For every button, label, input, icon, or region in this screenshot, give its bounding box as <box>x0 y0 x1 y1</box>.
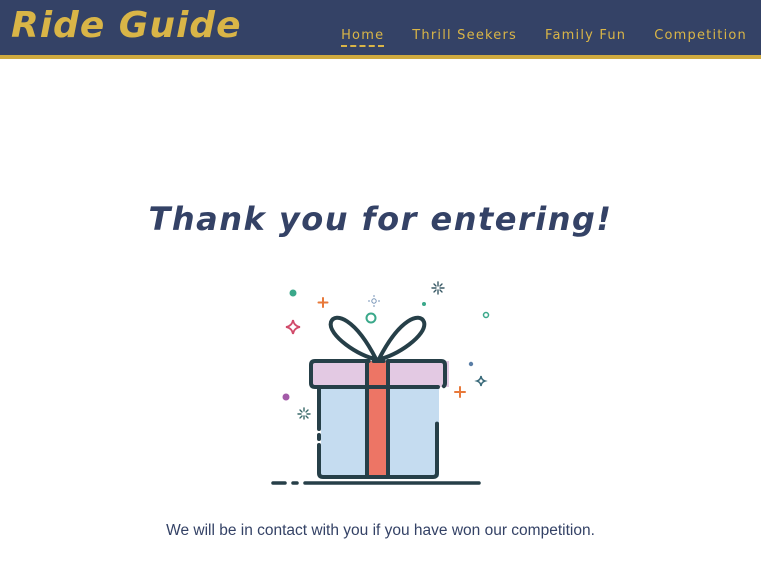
brand-logo-link[interactable]: Ride Guide <box>11 4 241 48</box>
navbar: Ride Guide Home Thrill Seekers Family Fu… <box>0 0 761 59</box>
page-title: Thank you for entering! <box>148 200 613 238</box>
gift-box-icon <box>271 281 490 485</box>
nav-link-family-fun[interactable]: Family Fun <box>531 28 640 55</box>
nav-link-home-label: Home <box>341 28 385 47</box>
nav-links: Home Thrill Seekers Family Fun Competiti… <box>327 0 761 55</box>
nav-link-competition[interactable]: Competition <box>640 28 761 55</box>
nav-link-thrill-seekers[interactable]: Thrill Seekers <box>398 28 531 55</box>
confirmation-message: We will be in contact with you if you ha… <box>166 522 595 539</box>
nav-link-home[interactable]: Home <box>327 28 398 55</box>
